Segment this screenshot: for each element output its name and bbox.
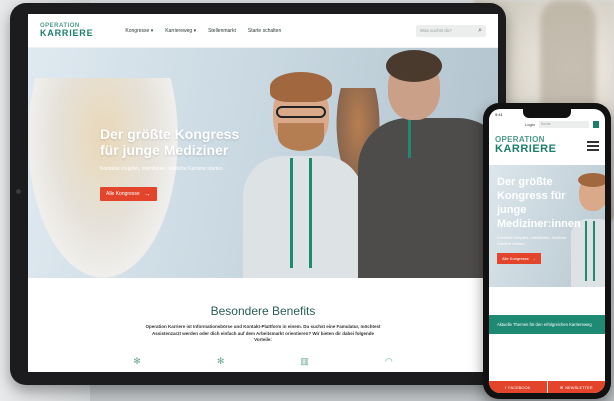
phone-hero-text: Der größte Kongress für junge Mediziner:… <box>497 175 581 265</box>
tablet-screen: OPERATION KARRIERE Kongresse ▾ Karrierew… <box>28 14 498 372</box>
phone-search-button[interactable] <box>592 121 599 128</box>
phone-hero-subtitle: Kontakte knüpfen, orientieren, ärztliche… <box>497 235 567 246</box>
hero-subtitle: Kontakte knüpfen, orientieren, ärztliche… <box>100 166 224 172</box>
phone-hero-title: Der größte Kongress für junge Mediziner:… <box>497 176 581 230</box>
phone-arrow-right-icon: → <box>531 256 536 261</box>
hero-banner: Der größte Kongress für junge Mediziner … <box>28 48 498 278</box>
menu-item-starte-schalten[interactable]: Starte schalten <box>248 28 281 34</box>
menu-item-kongresse[interactable]: Kongresse ▾ <box>125 28 153 34</box>
topics-banner[interactable]: Aktuelle Themen für den erfolgreichen Ka… <box>489 315 605 334</box>
arrow-right-icon: → <box>143 190 151 198</box>
login-link[interactable]: Login <box>525 122 535 127</box>
all-congresses-button[interactable]: Alle Kongresse → <box>100 187 157 201</box>
phone-notch <box>523 109 571 118</box>
facebook-button[interactable]: f FACEBOOK <box>489 381 547 393</box>
phone-all-congresses-button[interactable]: Alle Kongresse → <box>497 253 541 264</box>
phone-logo[interactable]: OPERATION KARRIERE <box>495 136 556 155</box>
phone-header: OPERATION KARRIERE <box>489 130 605 155</box>
benefits-section: Besondere Benefits Operation Karriere is… <box>28 278 498 367</box>
benefit-icon-2: ✻ <box>216 355 225 366</box>
hero-text: Der größte Kongress für junge Mediziner … <box>100 126 260 201</box>
search-input[interactable]: Was suchst du? ⌕ <box>416 24 486 37</box>
benefits-title: Besondere Benefits <box>210 304 316 318</box>
tablet-device: OPERATION KARRIERE Kongresse ▾ Karrierew… <box>10 3 506 385</box>
mail-icon: ✉ <box>559 384 564 390</box>
site-logo[interactable]: OPERATION KARRIERE <box>40 23 93 38</box>
search-placeholder: Was suchst du? <box>420 28 452 33</box>
benefits-icons: ✻ ✻ ▥ ◠ <box>28 356 498 367</box>
hero-title: Der größte Kongress für junge Mediziner <box>100 126 240 158</box>
status-time: 9:41 <box>495 111 503 117</box>
logo-bottom: KARRIERE <box>40 28 94 38</box>
newsletter-label: NEWSLETTER <box>565 384 593 390</box>
benefit-icon-3: ▥ <box>300 355 309 366</box>
phone-topbar: Login Suche <box>489 119 605 130</box>
benefit-icon-4: ◠ <box>384 355 393 366</box>
phone-bottom-bar: f FACEBOOK ✉ NEWSLETTER <box>489 381 605 393</box>
site-header: OPERATION KARRIERE Kongresse ▾ Karrierew… <box>28 14 498 48</box>
all-congresses-label: Alle Kongresse <box>106 191 140 197</box>
main-menu: Kongresse ▾ Karriereweg ▾ Stellenmarkt S… <box>125 28 281 34</box>
phone-logo-bottom: KARRIERE <box>495 143 557 155</box>
menu-item-stellenmarkt[interactable]: Stellenmarkt <box>208 28 236 34</box>
phone-search-input[interactable]: Suche <box>538 121 589 128</box>
phone-hero-banner: Der größte Kongress für junge Mediziner:… <box>489 165 605 287</box>
facebook-label: FACEBOOK <box>508 384 531 390</box>
tablet-camera <box>16 189 21 194</box>
benefit-icon-1: ✻ <box>133 355 141 366</box>
hamburger-menu-icon[interactable] <box>587 140 599 151</box>
phone-screen: 9:41 Login Suche OPERATION KARRIERE Der … <box>489 109 605 393</box>
phone-device: 9:41 Login Suche OPERATION KARRIERE Der … <box>483 103 611 399</box>
newsletter-button[interactable]: ✉ NEWSLETTER <box>546 381 605 393</box>
benefits-text: Operation Karriere ist Informationsbörse… <box>145 324 381 342</box>
menu-item-karriereweg[interactable]: Karriereweg ▾ <box>165 28 196 34</box>
facebook-icon: f <box>505 384 507 390</box>
search-icon[interactable]: ⌕ <box>478 27 482 35</box>
phone-all-congresses-label: Alle Kongresse <box>502 256 529 261</box>
hero-photo-person-right <box>348 48 498 278</box>
